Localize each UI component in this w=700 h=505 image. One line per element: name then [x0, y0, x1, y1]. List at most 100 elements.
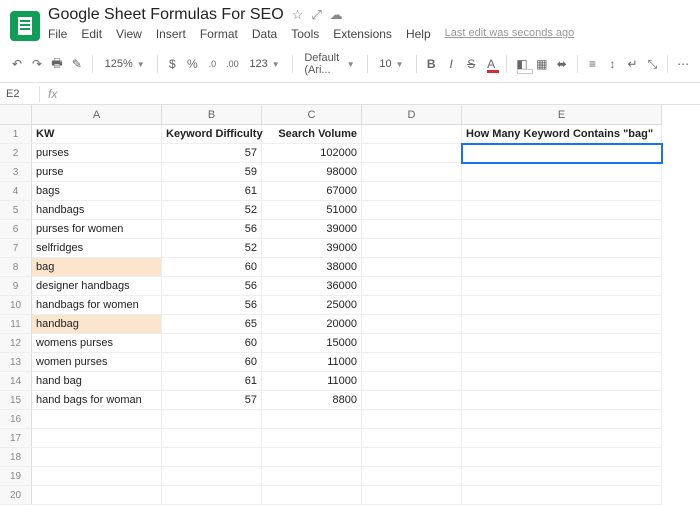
cell[interactable]: handbags: [32, 201, 162, 220]
cell[interactable]: [362, 410, 462, 429]
strike-button[interactable]: S: [464, 54, 478, 74]
cell[interactable]: [362, 334, 462, 353]
column-header[interactable]: A: [32, 105, 162, 125]
cell[interactable]: [362, 296, 462, 315]
number-format-select[interactable]: 123▼: [245, 56, 283, 72]
currency-button[interactable]: $: [165, 54, 179, 74]
v-align-icon[interactable]: ↕: [606, 54, 620, 74]
cell[interactable]: [462, 182, 662, 201]
cell[interactable]: 65: [162, 315, 262, 334]
select-all-corner[interactable]: [0, 105, 32, 125]
cell[interactable]: [462, 486, 662, 505]
star-icon[interactable]: ☆: [292, 7, 304, 23]
menu-view[interactable]: View: [116, 27, 142, 41]
increase-decimal-button[interactable]: .00: [225, 54, 239, 74]
h-align-icon[interactable]: ≡: [586, 54, 600, 74]
cell[interactable]: [362, 201, 462, 220]
row-header[interactable]: 18: [0, 448, 32, 467]
row-header[interactable]: 1: [0, 125, 32, 144]
cell[interactable]: 60: [162, 353, 262, 372]
cell[interactable]: 8800: [262, 391, 362, 410]
cell[interactable]: [32, 467, 162, 486]
row-header[interactable]: 3: [0, 163, 32, 182]
cell[interactable]: [462, 201, 662, 220]
redo-icon[interactable]: ↷: [30, 54, 44, 74]
rotate-icon[interactable]: ⤡: [645, 54, 659, 74]
cell[interactable]: 11000: [262, 353, 362, 372]
menu-tools[interactable]: Tools: [291, 27, 319, 41]
cell[interactable]: 57: [162, 391, 262, 410]
cell[interactable]: [362, 125, 462, 144]
row-header[interactable]: 12: [0, 334, 32, 353]
cell[interactable]: 11000: [262, 372, 362, 391]
cell[interactable]: 51000: [262, 201, 362, 220]
cell[interactable]: handbags for women: [32, 296, 162, 315]
cell[interactable]: 61: [162, 182, 262, 201]
cloud-icon[interactable]: ☁: [330, 7, 343, 23]
cell[interactable]: [362, 315, 462, 334]
cell[interactable]: [462, 220, 662, 239]
cell[interactable]: hand bags for woman: [32, 391, 162, 410]
undo-icon[interactable]: ↶: [10, 54, 24, 74]
row-header[interactable]: 9: [0, 277, 32, 296]
bold-button[interactable]: B: [424, 54, 438, 74]
row-header[interactable]: 11: [0, 315, 32, 334]
cell[interactable]: women purses: [32, 353, 162, 372]
cell[interactable]: [462, 334, 662, 353]
cell[interactable]: [162, 467, 262, 486]
cell[interactable]: womens purses: [32, 334, 162, 353]
sheets-logo[interactable]: [10, 11, 40, 41]
cell[interactable]: hand bag: [32, 372, 162, 391]
cell[interactable]: 67000: [262, 182, 362, 201]
menu-extensions[interactable]: Extensions: [333, 27, 392, 41]
row-header[interactable]: 16: [0, 410, 32, 429]
percent-button[interactable]: %: [185, 54, 199, 74]
row-header[interactable]: 2: [0, 144, 32, 163]
cell[interactable]: 20000: [262, 315, 362, 334]
cell[interactable]: [32, 486, 162, 505]
cell[interactable]: [362, 448, 462, 467]
row-header[interactable]: 7: [0, 239, 32, 258]
cell[interactable]: purse: [32, 163, 162, 182]
column-header[interactable]: D: [362, 105, 462, 125]
cell[interactable]: [162, 448, 262, 467]
doc-title[interactable]: Google Sheet Formulas For SEO: [48, 6, 284, 24]
cell[interactable]: [462, 315, 662, 334]
cell[interactable]: [462, 372, 662, 391]
cell[interactable]: [162, 486, 262, 505]
row-header[interactable]: 13: [0, 353, 32, 372]
borders-icon[interactable]: ▦: [535, 54, 549, 74]
cell[interactable]: Search Volume: [262, 125, 362, 144]
cell[interactable]: [362, 144, 462, 163]
row-header[interactable]: 8: [0, 258, 32, 277]
cell[interactable]: [462, 277, 662, 296]
cell[interactable]: 52: [162, 239, 262, 258]
cell[interactable]: [262, 448, 362, 467]
row-header[interactable]: 14: [0, 372, 32, 391]
cell[interactable]: 57: [162, 144, 262, 163]
cell[interactable]: purses for women: [32, 220, 162, 239]
cell[interactable]: [462, 410, 662, 429]
cell[interactable]: [362, 353, 462, 372]
cell[interactable]: [462, 448, 662, 467]
text-color-button[interactable]: A: [484, 54, 498, 74]
cell[interactable]: 98000: [262, 163, 362, 182]
cell[interactable]: [362, 239, 462, 258]
cell[interactable]: [462, 163, 662, 182]
zoom-select[interactable]: 125%▼: [101, 56, 149, 72]
cell[interactable]: [462, 353, 662, 372]
column-header[interactable]: E: [462, 105, 662, 125]
cell[interactable]: [462, 429, 662, 448]
cell[interactable]: bags: [32, 182, 162, 201]
cell[interactable]: How Many Keyword Contains "bag": [462, 125, 662, 144]
cell[interactable]: 39000: [262, 220, 362, 239]
paint-format-icon[interactable]: ✎: [70, 54, 84, 74]
cell[interactable]: [462, 391, 662, 410]
wrap-icon[interactable]: ↵: [626, 54, 640, 74]
cell[interactable]: [462, 296, 662, 315]
font-select[interactable]: Default (Ari...▼: [300, 50, 358, 78]
cell[interactable]: [262, 486, 362, 505]
cell[interactable]: 56: [162, 296, 262, 315]
row-header[interactable]: 17: [0, 429, 32, 448]
cell[interactable]: [362, 277, 462, 296]
